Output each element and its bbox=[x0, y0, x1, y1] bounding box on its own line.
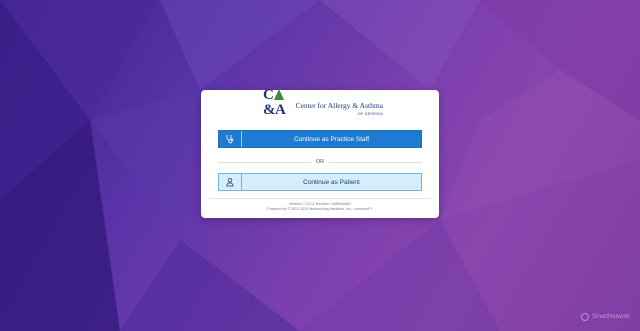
logo-name: Center for Allergy & Asthma bbox=[295, 101, 383, 110]
footer-divider bbox=[209, 198, 431, 199]
continue-as-practice-staff-button[interactable]: Continue as Practice Staff bbox=[218, 130, 422, 148]
watermark-logo-icon bbox=[580, 313, 589, 321]
or-label: OR bbox=[315, 159, 325, 165]
person-icon bbox=[219, 174, 242, 190]
watermark-text: SmartNetwork bbox=[591, 314, 630, 320]
logo-subtitle: OF GEORGIA bbox=[357, 112, 383, 116]
patient-button-label: Continue as Patient bbox=[303, 178, 360, 186]
continue-as-patient-button[interactable]: Continue as Patient bbox=[218, 173, 422, 191]
practice-logo: C&A Center for Allergy & Asthma OF GEORG… bbox=[263, 88, 383, 118]
staff-button-label: Continue as Practice Staff bbox=[293, 135, 370, 143]
watermark: SmartNetwork bbox=[580, 313, 630, 321]
or-divider: OR bbox=[218, 158, 422, 166]
logo-mark: C&A bbox=[263, 87, 286, 118]
logo-triangle-icon bbox=[273, 89, 284, 100]
stethoscope-icon bbox=[219, 131, 242, 147]
powered-by-text: Powered by © 2010-2020 Modernizing Medic… bbox=[267, 207, 373, 211]
login-card: C&A Center for Allergy & Asthma OF GEORG… bbox=[201, 88, 439, 218]
version-footer: Version: 7.12.11 Revision: b58845c851 Po… bbox=[201, 202, 439, 212]
